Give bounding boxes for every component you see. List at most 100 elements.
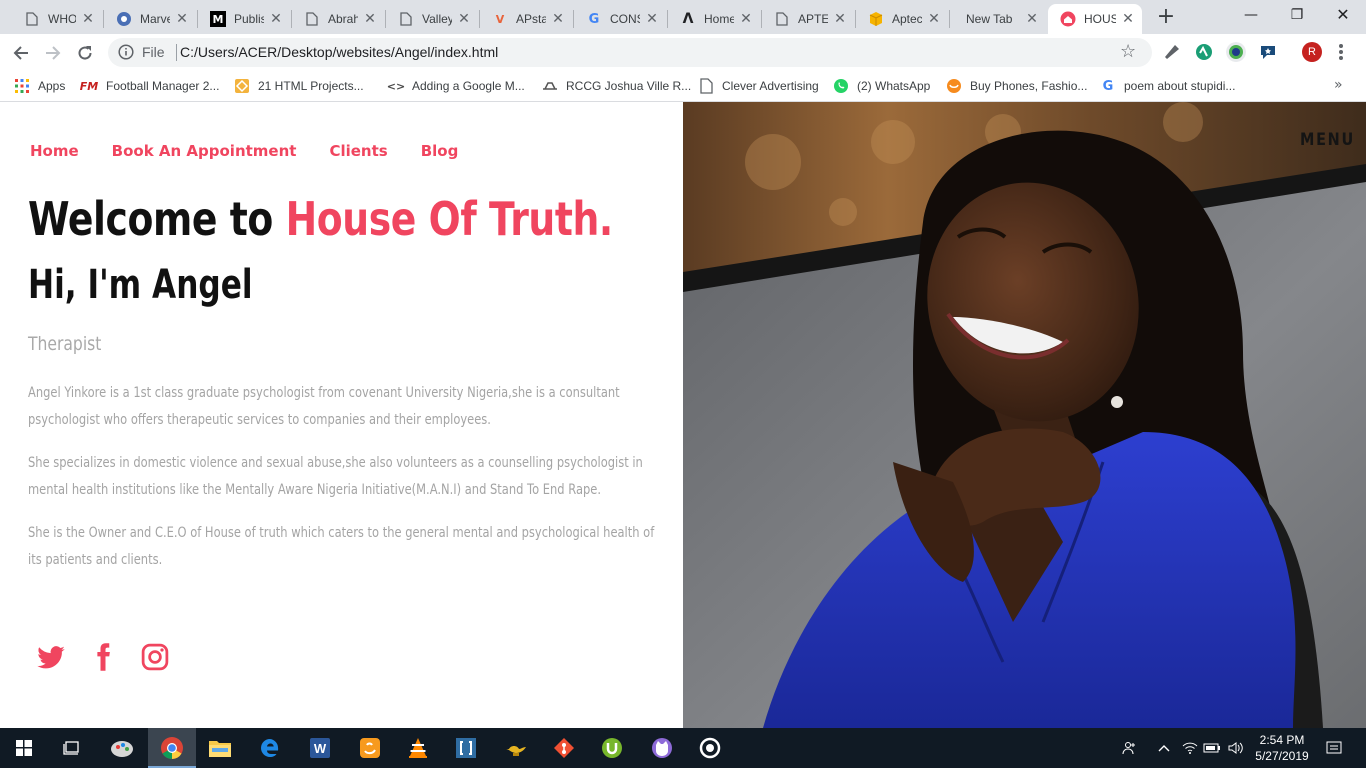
- browser-tab[interactable]: Aptec ✕: [856, 4, 948, 34]
- bookmark-item[interactable]: Buy Phones, Fashio...: [946, 76, 1087, 96]
- close-tab-icon[interactable]: ✕: [362, 11, 378, 27]
- bookmark-star-icon[interactable]: ☆: [1120, 41, 1136, 62]
- url-text[interactable]: C:/Users/ACER/Desktop/websites/Angel/ind…: [180, 44, 498, 60]
- browser-tab[interactable]: WHO ✕: [12, 4, 102, 34]
- close-tab-icon[interactable]: ✕: [1120, 11, 1136, 27]
- nav-clients[interactable]: Clients: [329, 142, 387, 160]
- close-tab-icon[interactable]: ✕: [80, 11, 96, 27]
- task-view-icon: [63, 741, 79, 755]
- browser-tab[interactable]: V APsta ✕: [480, 4, 572, 34]
- bookmark-item[interactable]: (2) WhatsApp: [833, 76, 930, 96]
- forward-button[interactable]: [40, 40, 66, 66]
- genie-lamp-icon: [506, 746, 526, 756]
- bookmark-label: poem about stupidi...: [1124, 79, 1236, 93]
- taskbar-app[interactable]: [354, 732, 386, 764]
- tab-title: Valley: [422, 12, 452, 26]
- nav-home[interactable]: Home: [30, 142, 79, 160]
- taskbar-app[interactable]: [646, 732, 678, 764]
- extension-icon[interactable]: [1194, 42, 1214, 62]
- action-center-icon[interactable]: [1318, 732, 1350, 764]
- system-clock[interactable]: 2:54 PM 5/27/2019: [1250, 732, 1314, 764]
- code-icon: <>: [386, 79, 406, 93]
- minimize-button[interactable]: —: [1228, 0, 1274, 30]
- browser-tab[interactable]: M Publis ✕: [198, 4, 290, 34]
- taskbar-app[interactable]: [204, 732, 236, 764]
- new-tab-button[interactable]: +: [1154, 6, 1178, 30]
- info-icon[interactable]: [118, 44, 134, 60]
- menu-button[interactable]: MENU: [1300, 130, 1355, 150]
- portrait-image: [683, 102, 1366, 728]
- jumia-icon: [947, 79, 961, 93]
- taskbar-app[interactable]: [694, 732, 726, 764]
- bookmark-label: Adding a Google M...: [412, 79, 525, 93]
- task-view-button[interactable]: [56, 732, 88, 764]
- bookmarks-overflow-icon[interactable]: »: [1334, 77, 1343, 93]
- browser-tab[interactable]: APTE ✕: [762, 4, 854, 34]
- document-icon: [700, 78, 713, 94]
- close-tab-icon[interactable]: ✕: [456, 11, 472, 27]
- browser-tab-strip: WHO ✕ Marve ✕ M Publis ✕ Abrah ✕ Valley …: [0, 0, 1366, 34]
- close-tab-icon[interactable]: ✕: [926, 11, 942, 27]
- close-tab-icon[interactable]: ✕: [832, 11, 848, 27]
- site-name: House Of Truth.: [285, 192, 614, 246]
- close-tab-icon[interactable]: ✕: [268, 11, 284, 27]
- taskbar-app[interactable]: [500, 732, 532, 764]
- brackets-icon: [456, 738, 476, 758]
- people-icon[interactable]: [1114, 732, 1146, 764]
- browser-tab[interactable]: Λ Home ✕: [668, 4, 760, 34]
- taskbar-app[interactable]: [402, 732, 434, 764]
- tab-title: CONS: [610, 12, 640, 26]
- bookmark-apps[interactable]: Apps: [14, 76, 65, 96]
- page-title: Welcome to House Of Truth.: [28, 192, 613, 246]
- taskbar-app[interactable]: [596, 732, 628, 764]
- volume-icon[interactable]: [1220, 732, 1252, 764]
- facebook-icon[interactable]: [88, 642, 118, 672]
- close-tab-icon[interactable]: ✕: [738, 11, 754, 27]
- close-tab-icon[interactable]: ✕: [174, 11, 190, 27]
- address-bar[interactable]: File C:/Users/ACER/Desktop/websites/Ange…: [108, 38, 1152, 67]
- restore-button[interactable]: ❐: [1274, 0, 1320, 30]
- bookmark-item[interactable]: RCCG Joshua Ville R...: [542, 76, 691, 96]
- extension-icon[interactable]: [1162, 42, 1182, 62]
- twitter-icon[interactable]: [36, 642, 66, 672]
- nav-book-appointment[interactable]: Book An Appointment: [112, 142, 297, 160]
- taskbar-app[interactable]: [548, 732, 580, 764]
- close-tab-icon[interactable]: ✕: [550, 11, 566, 27]
- nav-blog[interactable]: Blog: [421, 142, 459, 160]
- role-subtitle: Therapist: [28, 333, 102, 355]
- word-icon: W: [310, 738, 330, 758]
- bookmark-item[interactable]: Clever Advertising: [698, 76, 819, 96]
- extension-icon[interactable]: [1226, 42, 1246, 62]
- taskbar-app[interactable]: [106, 732, 138, 764]
- close-tab-icon[interactable]: ✕: [644, 11, 660, 27]
- browser-tab[interactable]: New Tab ✕: [950, 4, 1046, 34]
- taskbar-app[interactable]: [254, 732, 286, 764]
- close-tab-icon[interactable]: ✕: [1024, 11, 1040, 27]
- tab-title: HOUS: [1084, 12, 1116, 26]
- bookmark-item[interactable]: <> Adding a Google M...: [386, 76, 525, 96]
- browser-tab-active[interactable]: HOUS ✕: [1048, 4, 1142, 34]
- browser-tab[interactable]: Abrah ✕: [292, 4, 384, 34]
- taskbar-app[interactable]: [450, 732, 482, 764]
- browser-tab[interactable]: Marve ✕: [104, 4, 196, 34]
- taskbar-app[interactable]: W: [304, 732, 336, 764]
- instagram-icon[interactable]: [140, 642, 170, 672]
- edge-icon: [261, 739, 279, 757]
- bookmark-item[interactable]: 21 HTML Projects...: [234, 76, 364, 96]
- profile-avatar[interactable]: R: [1302, 42, 1322, 62]
- bookmark-item[interactable]: G poem about stupidi...: [1100, 76, 1236, 96]
- start-button[interactable]: [8, 732, 40, 764]
- taskbar-app-chrome[interactable]: [156, 732, 188, 764]
- bookmark-item[interactable]: FM Football Manager 2...: [80, 76, 219, 96]
- browser-tab[interactable]: G CONS ✕: [574, 4, 666, 34]
- git-icon: [554, 738, 574, 758]
- apps-grid-icon: [15, 79, 29, 93]
- back-button[interactable]: [8, 40, 34, 66]
- more-menu-icon[interactable]: [1335, 41, 1347, 63]
- browser-tab[interactable]: Valley ✕: [386, 4, 478, 34]
- close-window-button[interactable]: ✕: [1320, 0, 1366, 30]
- reload-button[interactable]: [72, 40, 98, 66]
- extension-icon[interactable]: [1258, 42, 1278, 62]
- document-icon: [24, 11, 40, 27]
- hero-photo: [683, 102, 1366, 728]
